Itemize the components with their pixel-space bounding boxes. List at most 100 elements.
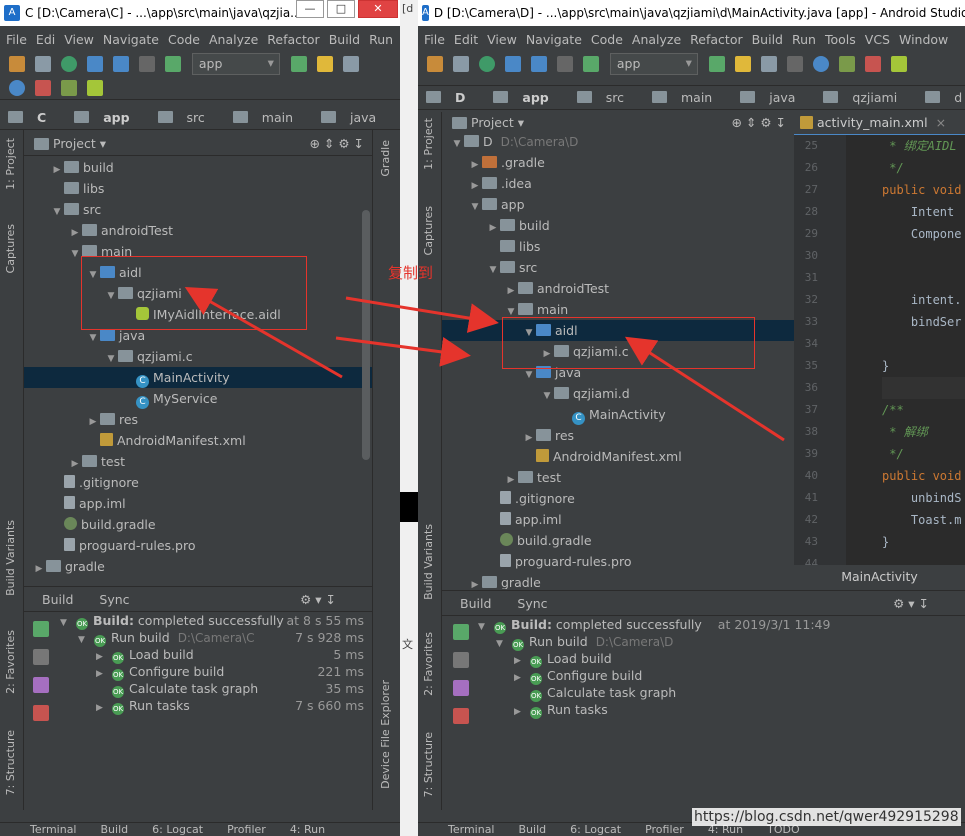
apply-changes-icon[interactable] xyxy=(316,56,333,72)
expand-toggle-icon[interactable]: ▶ xyxy=(32,559,46,580)
tab-favorites[interactable]: 2: Favorites xyxy=(422,632,435,696)
avd-manager-icon[interactable] xyxy=(890,56,907,72)
menu-item[interactable]: Tools xyxy=(825,32,856,47)
breadcrumb-item[interactable]: src xyxy=(576,90,638,105)
build-node[interactable]: ▶ OK Configure build xyxy=(442,667,965,685)
code-line[interactable]: Toast.m xyxy=(882,509,965,531)
tree-node[interactable]: ▼ src xyxy=(442,257,794,278)
close-tab-icon[interactable]: × xyxy=(936,115,946,130)
sdk-manager-icon[interactable] xyxy=(838,56,855,72)
tree-node[interactable]: build.gradle xyxy=(442,530,794,551)
build-node[interactable]: ▼ OK Build: completed successfully at 8 s 5… xyxy=(24,612,372,630)
menu-item[interactable]: Refactor xyxy=(690,32,742,47)
tree-node[interactable]: ▶ test xyxy=(442,467,794,488)
tree-node[interactable]: ▼ src xyxy=(24,199,372,220)
hammer-icon[interactable] xyxy=(582,56,599,72)
tree-node[interactable]: ▶ res xyxy=(24,409,372,430)
apply-changes-icon[interactable] xyxy=(734,56,751,72)
menu-item[interactable]: Build xyxy=(752,32,783,47)
code-line[interactable] xyxy=(882,333,965,355)
tab-captures[interactable]: Captures xyxy=(422,206,435,255)
build-node[interactable]: ▼ OK Build: completed successfully at 2019/… xyxy=(442,616,965,634)
panel-settings-icon[interactable]: ⊕ ⇕ ⚙ ↧ xyxy=(731,115,786,130)
build-node[interactable]: ▶ OK Run tasks 7 s 660 ms xyxy=(24,697,372,715)
hammer-icon[interactable] xyxy=(453,624,469,640)
expand-toggle-icon[interactable]: ▶ xyxy=(468,575,482,589)
menu-item[interactable]: File xyxy=(424,32,445,47)
minimize-button[interactable]: — xyxy=(296,0,324,18)
open-folder-icon[interactable] xyxy=(427,56,443,72)
menu-item[interactable]: Navigate xyxy=(103,32,159,47)
sync-icon[interactable] xyxy=(60,56,77,72)
build-node[interactable]: ▼ OK Run build D:\Camera\D xyxy=(442,633,965,651)
toggle-view-icon[interactable] xyxy=(453,652,469,668)
menu-item[interactable]: Edit xyxy=(454,32,478,47)
back-arrow-icon[interactable] xyxy=(112,56,129,72)
tree-node[interactable]: ▶ .idea xyxy=(442,173,794,194)
breadcrumb-item[interactable]: java xyxy=(321,110,390,125)
debug-icon[interactable] xyxy=(342,56,359,72)
breadcrumb-item[interactable]: main xyxy=(232,110,307,125)
breadcrumb-item[interactable]: src xyxy=(157,110,219,125)
bottom-tab[interactable]: Profiler xyxy=(227,824,266,836)
tree-node[interactable]: ▶ gradle xyxy=(24,556,372,577)
bottom-tab[interactable]: 6: Logcat xyxy=(152,824,203,836)
tree-node[interactable]: app.iml xyxy=(442,509,794,530)
tree-node[interactable]: build.gradle xyxy=(24,514,372,535)
build-tab[interactable]: Sync xyxy=(517,596,547,611)
build-node[interactable]: ▶ OK Load build xyxy=(442,650,965,668)
tree-node[interactable]: AndroidManifest.xml xyxy=(442,446,794,467)
tab-structure[interactable]: 7: Structure xyxy=(4,730,17,795)
forward-arrow-icon[interactable] xyxy=(556,56,573,72)
breadcrumb-item[interactable]: app xyxy=(493,90,562,105)
code-editor[interactable]: activity_main.xml × 25 26 27 28 29 30 31 32 33 34… xyxy=(794,111,965,589)
tab-project[interactable]: 1: Project xyxy=(422,118,435,170)
tree-node[interactable]: ▼ qzjiami.c xyxy=(24,346,372,367)
tree-node[interactable]: proguard-rules.pro xyxy=(24,535,372,556)
close-panel-icon[interactable] xyxy=(33,705,49,721)
tree-node[interactable]: C MyService xyxy=(24,388,372,409)
run-config-select[interactable]: app xyxy=(609,53,698,75)
menu-item[interactable]: File xyxy=(6,32,27,47)
breadcrumb-item[interactable]: qzjiami xyxy=(823,90,911,105)
code-line[interactable]: intent. xyxy=(882,289,965,311)
stop-icon[interactable] xyxy=(34,80,51,96)
refresh-icon[interactable] xyxy=(86,56,103,72)
code-line[interactable]: bindSer xyxy=(882,311,965,333)
menu-item[interactable]: View xyxy=(487,32,517,47)
refresh-icon[interactable] xyxy=(504,56,521,72)
breadcrumb-item[interactable]: app xyxy=(74,110,143,125)
build-node[interactable]: OK Calculate task graph xyxy=(442,684,965,702)
code-line[interactable]: } xyxy=(882,355,965,377)
build-node[interactable]: OK Calculate task graph 35 ms xyxy=(24,680,372,698)
build-tab[interactable]: Sync xyxy=(99,592,129,607)
tree-node[interactable]: ▶ androidTest xyxy=(24,220,372,241)
code-line[interactable] xyxy=(882,245,965,267)
save-icon[interactable] xyxy=(34,56,51,72)
menu-item[interactable]: VCS xyxy=(865,32,890,47)
project-view-label[interactable]: Project xyxy=(53,136,96,151)
debug-icon[interactable] xyxy=(760,56,777,72)
tree-node[interactable]: .gitignore xyxy=(24,472,372,493)
tab-gradle[interactable]: Gradle xyxy=(379,140,392,177)
tree-node[interactable]: ▶ androidTest xyxy=(442,278,794,299)
tree-node[interactable]: .gitignore xyxy=(442,488,794,509)
tree-node[interactable]: ▼ D D:\Camera\D xyxy=(442,131,794,152)
build-tab[interactable]: Build xyxy=(42,592,73,607)
run-config-select[interactable]: app xyxy=(191,53,280,75)
breadcrumb-item[interactable]: d xyxy=(925,90,965,105)
code-line[interactable]: public void xyxy=(882,465,965,487)
expand-toggle-icon[interactable]: ▶ xyxy=(514,704,530,721)
code-line[interactable]: */ xyxy=(882,443,965,465)
profiler-icon[interactable] xyxy=(812,56,829,72)
tab-structure[interactable]: 7: Structure xyxy=(422,732,435,797)
tab-build-variants[interactable]: Build Variants xyxy=(4,520,17,596)
code-line[interactable]: public void xyxy=(882,179,965,201)
menu-item[interactable]: Analyze xyxy=(632,32,681,47)
tree-node[interactable]: proguard-rules.pro xyxy=(442,551,794,572)
maximize-button[interactable]: □ xyxy=(327,0,355,18)
run-icon[interactable] xyxy=(708,56,725,72)
menu-item[interactable]: View xyxy=(64,32,94,47)
bottom-tab[interactable]: Profiler xyxy=(645,824,684,836)
save-icon[interactable] xyxy=(452,56,469,72)
